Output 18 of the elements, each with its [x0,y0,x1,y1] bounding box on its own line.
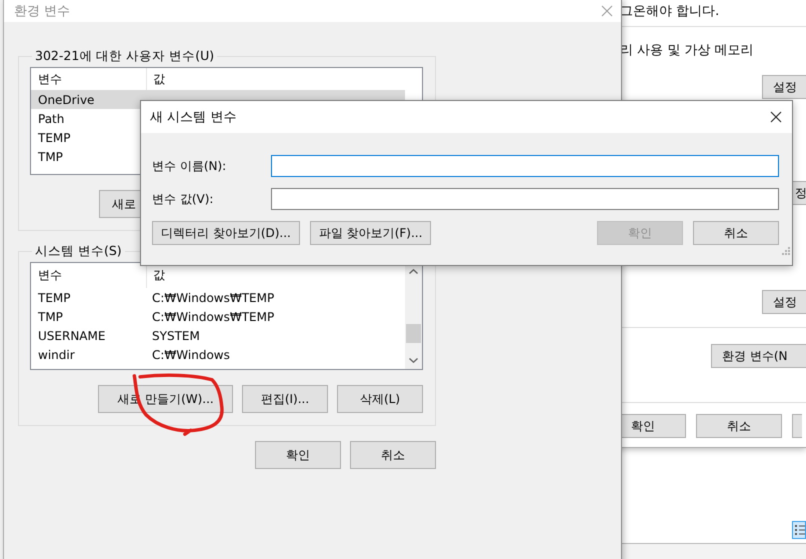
variable-name: TMP [37,310,64,324]
variable-name: windir [37,348,76,362]
group-label: 302-21에 대한 사용자 변수(U) [34,48,216,65]
variable-value: C:₩Windows₩TEMP [151,310,274,324]
notice-text: 그온해야 합니다. [620,3,720,21]
window-title: 새 시스템 변수 [150,109,236,126]
variable-name: OneDrive [37,92,96,106]
field-label: 변수 값(V): [152,190,214,208]
variable-name: TEMP [37,290,72,304]
variable-value: SYSTEM [151,328,200,342]
variable-value: C:₩Windows₩TEMP [151,290,274,304]
variable-name: TEMP [37,130,72,144]
group-label: 시스템 변수(S) [34,243,123,260]
window-title: 환경 변수 [14,3,70,20]
field-label: 변수 이름(N): [152,158,228,174]
variable-name: TMP [37,150,64,164]
variable-name: USERNAME [37,328,106,342]
variable-value: C:₩Windows [151,348,230,362]
